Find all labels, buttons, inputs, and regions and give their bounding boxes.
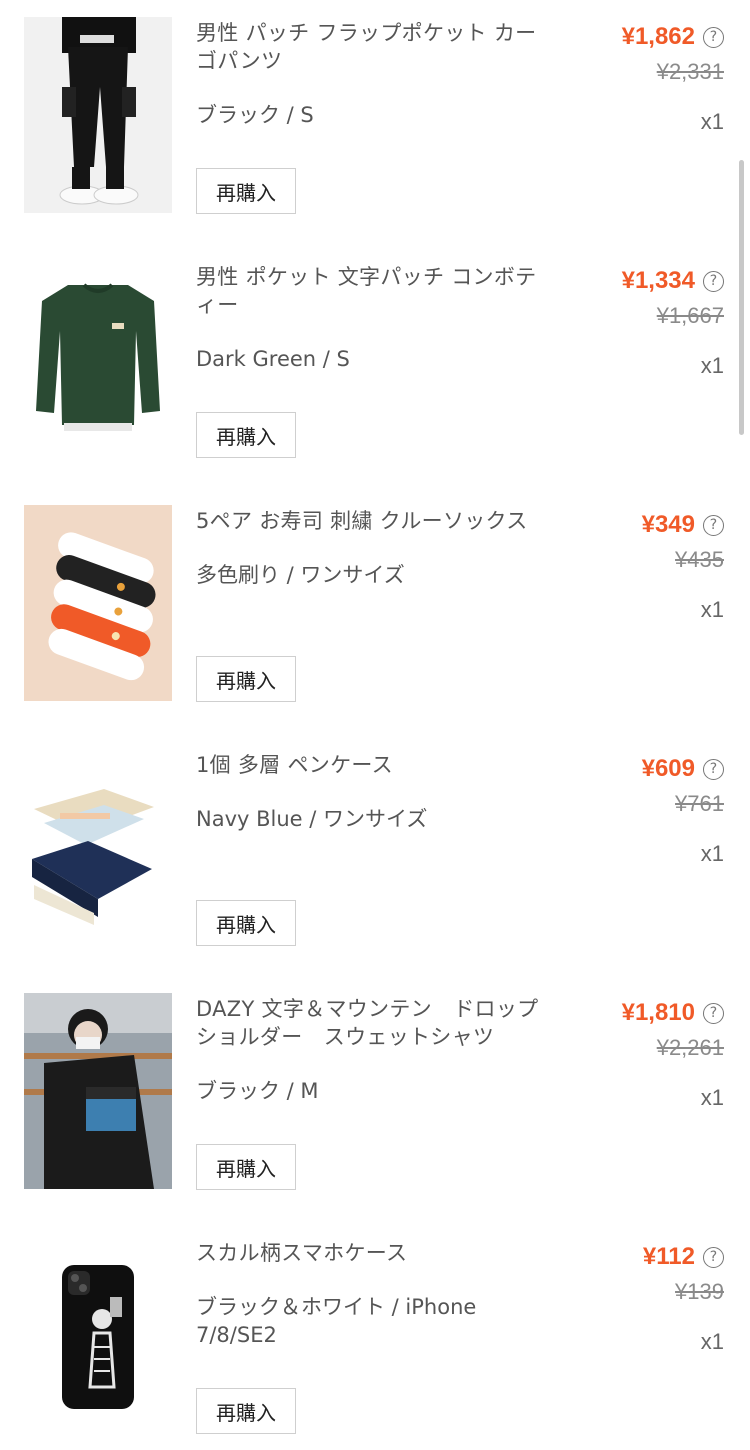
quantity: x1	[700, 353, 724, 378]
scrollbar[interactable]	[739, 160, 744, 435]
original-price: ¥139	[675, 1279, 724, 1304]
original-price: ¥761	[675, 791, 724, 816]
price-row: ¥1,862 ?	[622, 23, 724, 51]
quantity: x1	[700, 109, 724, 134]
product-title[interactable]: 1個 多層 ペンケース	[196, 751, 556, 779]
product-variant: Dark Green / S	[196, 347, 350, 371]
product-variant: 多色刷り / ワンサイズ	[196, 563, 405, 587]
quantity: x1	[700, 1085, 724, 1110]
rebuy-button[interactable]: 再購入	[196, 1388, 296, 1434]
quantity: x1	[700, 597, 724, 622]
rebuy-button[interactable]: 再購入	[196, 656, 296, 702]
quantity: x1	[700, 1329, 724, 1354]
order-item: 1個 多層 ペンケース Navy Blue / ワンサイズ 再購入 ¥609 ?…	[0, 749, 750, 993]
rebuy-button[interactable]: 再購入	[196, 168, 296, 214]
original-price: ¥2,331	[656, 59, 724, 84]
sale-price: ¥609	[641, 755, 695, 782]
product-image-socks[interactable]	[24, 505, 172, 701]
original-price: ¥2,261	[656, 1035, 724, 1060]
product-image-pencil-case[interactable]	[24, 749, 172, 945]
product-title[interactable]: スカル柄スマホケース	[196, 1239, 556, 1267]
product-variant: Navy Blue / ワンサイズ	[196, 807, 428, 831]
question-circle-icon[interactable]: ?	[703, 270, 724, 292]
product-variant: ブラック / S	[196, 103, 314, 127]
original-price: ¥435	[675, 547, 724, 572]
sale-price: ¥1,334	[621, 267, 695, 294]
order-items-list: 男性 パッチ フラップポケット カーゴパンツ ブラック / S 再購入 ¥1,8…	[0, 0, 750, 1450]
sale-price: ¥1,862	[621, 23, 695, 50]
sale-price: ¥1,810	[621, 999, 695, 1026]
price-row: ¥112 ?	[643, 1243, 724, 1271]
question-circle-icon[interactable]: ?	[703, 514, 724, 536]
order-item: 男性 ポケット 文字パッチ コンボティー Dark Green / S 再購入 …	[0, 261, 750, 505]
product-image-cargo-pants[interactable]	[24, 17, 172, 213]
question-circle-icon[interactable]: ?	[703, 1246, 724, 1268]
sale-price: ¥349	[641, 511, 695, 538]
rebuy-button[interactable]: 再購入	[196, 900, 296, 946]
product-title[interactable]: DAZY 文字＆マウンテン ドロップショルダー スウェットシャツ	[196, 995, 556, 1051]
product-image-sweatshirt[interactable]	[24, 993, 172, 1189]
order-item: 5ペア お寿司 刺繍 クルーソックス 多色刷り / ワンサイズ 再購入 ¥349…	[0, 505, 750, 749]
order-item: 男性 パッチ フラップポケット カーゴパンツ ブラック / S 再購入 ¥1,8…	[0, 17, 750, 261]
price-row: ¥349 ?	[642, 511, 724, 539]
order-item: DAZY 文字＆マウンテン ドロップショルダー スウェットシャツ ブラック / …	[0, 993, 750, 1237]
product-variant: ブラック＆ホワイト / iPhone 7/8/SE2	[196, 1295, 477, 1347]
product-variant: ブラック / M	[196, 1079, 319, 1103]
sale-price: ¥112	[642, 1243, 695, 1270]
product-image-green-tee[interactable]	[24, 261, 172, 457]
product-title[interactable]: 男性 パッチ フラップポケット カーゴパンツ	[196, 19, 556, 75]
quantity: x1	[700, 841, 724, 866]
rebuy-button[interactable]: 再購入	[196, 412, 296, 458]
product-image-phone-case[interactable]	[24, 1237, 172, 1433]
question-circle-icon[interactable]: ?	[703, 758, 724, 780]
price-row: ¥609 ?	[642, 755, 724, 783]
product-title[interactable]: 5ペア お寿司 刺繍 クルーソックス	[196, 507, 556, 535]
question-circle-icon[interactable]: ?	[703, 26, 724, 48]
question-circle-icon[interactable]: ?	[703, 1002, 724, 1024]
rebuy-button[interactable]: 再購入	[196, 1144, 296, 1190]
price-row: ¥1,810 ?	[622, 999, 724, 1027]
original-price: ¥1,667	[656, 303, 724, 328]
order-item: スカル柄スマホケース ブラック＆ホワイト / iPhone 7/8/SE2 再購…	[0, 1237, 750, 1450]
product-title[interactable]: 男性 ポケット 文字パッチ コンボティー	[196, 263, 556, 319]
price-row: ¥1,334 ?	[622, 267, 724, 295]
